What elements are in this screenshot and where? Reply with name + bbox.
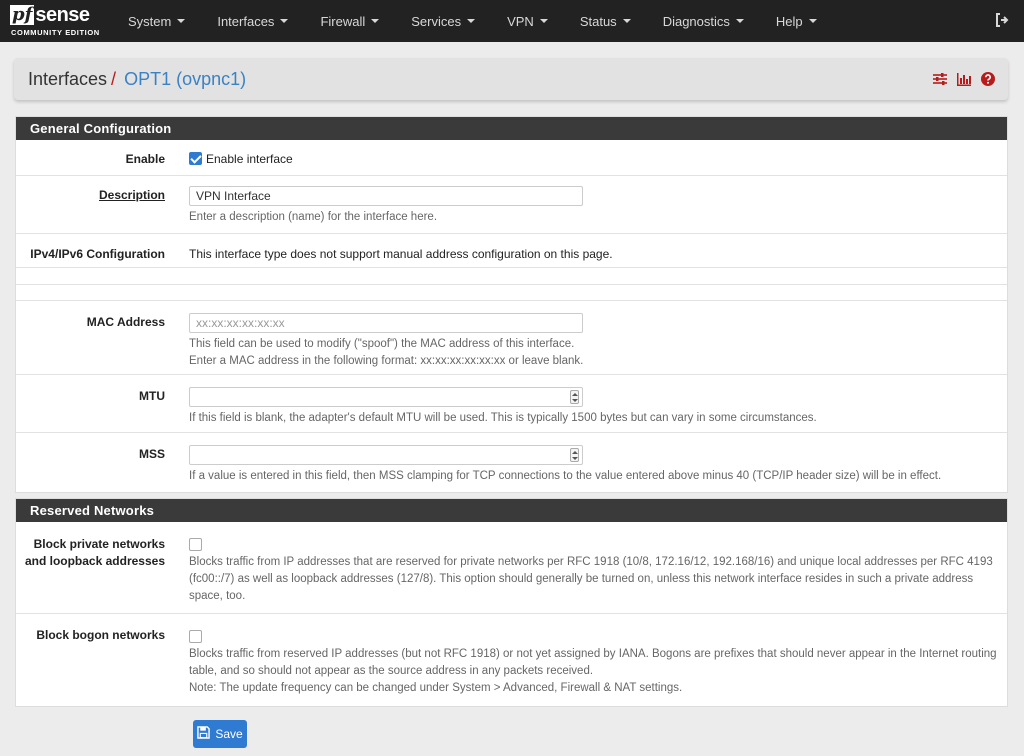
ipv4-ipv6-row: IPv4/IPv6 Configuration This interface t… bbox=[16, 234, 1007, 268]
description-label-text: Description bbox=[98, 188, 165, 202]
mac-address-input[interactable] bbox=[189, 313, 583, 333]
save-button-label: Save bbox=[215, 727, 243, 741]
nav-services-label: Services bbox=[411, 13, 462, 29]
caret-down-icon bbox=[177, 19, 186, 23]
mss-input[interactable] bbox=[189, 445, 583, 465]
general-configuration-panel: General Configuration Enable Enable inte… bbox=[15, 116, 1008, 493]
block-private-checkbox[interactable] bbox=[189, 538, 202, 552]
enable-label: Enable bbox=[125, 152, 165, 166]
caret-down-icon bbox=[371, 19, 380, 23]
enable-interface-checkbox-label[interactable]: Enable interface bbox=[206, 152, 293, 166]
nav-status-label: Status bbox=[579, 13, 617, 29]
nav-interfaces[interactable]: Interfaces bbox=[201, 0, 304, 42]
breadcrumb-current[interactable]: OPT1 (ovpnc1) bbox=[124, 69, 246, 90]
logo-pf-mark: pf bbox=[10, 4, 35, 25]
caret-down-icon bbox=[539, 19, 548, 23]
enable-interface-checkbox[interactable] bbox=[189, 152, 202, 166]
block-bogon-row: Block bogon networks Blocks traffic from… bbox=[16, 614, 1007, 706]
sliders-icon[interactable] bbox=[932, 71, 948, 87]
panel-title-reserved: Reserved Networks bbox=[16, 499, 1007, 522]
mss-stepper[interactable] bbox=[570, 448, 579, 462]
nav-vpn-label: VPN bbox=[507, 13, 534, 29]
mtu-stepper[interactable] bbox=[570, 390, 579, 404]
save-button[interactable]: Save bbox=[193, 720, 247, 748]
mac-address-help-2: Enter a MAC address in the following for… bbox=[189, 355, 584, 367]
enable-row: Enable Enable interface bbox=[16, 140, 1007, 176]
description-label: Description bbox=[16, 176, 179, 233]
bar-chart-icon[interactable] bbox=[956, 71, 972, 87]
breadcrumb-separator: / bbox=[111, 68, 117, 89]
logo-wordmark: sense bbox=[35, 4, 90, 26]
mtu-help: If this field is blank, the adapter's de… bbox=[189, 412, 817, 424]
nav-firewall[interactable]: Firewall bbox=[304, 0, 395, 42]
ipv4-ipv6-text: This interface type does not support man… bbox=[189, 247, 613, 261]
nav-diagnostics[interactable]: Diagnostics bbox=[647, 0, 760, 42]
nav-help[interactable]: Help bbox=[760, 0, 833, 42]
main-menu: System Interfaces Firewall Services VPN … bbox=[112, 0, 833, 42]
nav-status[interactable]: Status bbox=[564, 0, 647, 42]
reserved-networks-panel: Reserved Networks Block private networks… bbox=[15, 498, 1008, 707]
mtu-row: MTU If this field is blank, the adapter'… bbox=[16, 375, 1007, 433]
block-bogon-help-2: Note: The update frequency can be change… bbox=[189, 682, 683, 695]
nav-help-label: Help bbox=[775, 13, 803, 29]
caret-down-icon bbox=[735, 19, 744, 23]
help-circle-icon[interactable] bbox=[980, 71, 996, 87]
mss-row: MSS If a value is entered in this field,… bbox=[16, 433, 1007, 492]
breadcrumb: Interfaces / OPT1 (ovpnc1) bbox=[14, 58, 1008, 100]
nav-firewall-label: Firewall bbox=[320, 13, 366, 29]
description-input[interactable] bbox=[189, 186, 583, 206]
nav-interfaces-label: Interfaces bbox=[217, 13, 275, 29]
mac-address-help-1: This field can be used to modify ("spoof… bbox=[189, 338, 575, 350]
ipv4-ipv6-label: IPv4/IPv6 Configuration bbox=[30, 247, 165, 261]
spacer-row-2 bbox=[16, 285, 1007, 301]
top-navbar: pf sense COMMUNITY EDITION System Interf… bbox=[0, 0, 1024, 42]
logo-subtitle: COMMUNITY EDITION bbox=[11, 28, 100, 37]
caret-down-icon bbox=[467, 19, 476, 23]
description-help: Enter a description (name) for the inter… bbox=[189, 211, 438, 223]
spacer-row-1 bbox=[16, 268, 1007, 285]
block-private-label: Block private networks and loopback addr… bbox=[24, 537, 165, 568]
breadcrumb-parent[interactable]: Interfaces bbox=[28, 69, 107, 90]
nav-system[interactable]: System bbox=[112, 0, 201, 42]
caret-down-icon bbox=[622, 19, 631, 23]
nav-services[interactable]: Services bbox=[395, 0, 491, 42]
mac-address-label: MAC Address bbox=[86, 315, 165, 329]
block-bogon-checkbox[interactable] bbox=[189, 630, 202, 644]
save-icon bbox=[197, 726, 211, 742]
block-private-help: Blocks traffic from IP addresses that ar… bbox=[189, 556, 993, 603]
nav-diagnostics-label: Diagnostics bbox=[662, 13, 730, 29]
mac-address-row: MAC Address This field can be used to mo… bbox=[16, 301, 1007, 375]
block-bogon-label: Block bogon networks bbox=[36, 628, 165, 642]
panel-title-general: General Configuration bbox=[16, 117, 1007, 140]
logout-icon[interactable] bbox=[994, 12, 1010, 28]
block-private-row: Block private networks and loopback addr… bbox=[16, 522, 1007, 614]
caret-down-icon bbox=[808, 19, 817, 23]
pfsense-logo[interactable]: pf sense COMMUNITY EDITION bbox=[0, 0, 112, 42]
caret-down-icon bbox=[280, 19, 289, 23]
mtu-label: MTU bbox=[139, 389, 165, 403]
mtu-input[interactable] bbox=[189, 387, 583, 407]
block-bogon-help-1: Blocks traffic from reserved IP addresse… bbox=[189, 648, 997, 678]
nav-vpn[interactable]: VPN bbox=[491, 0, 564, 42]
mss-label: MSS bbox=[138, 447, 165, 461]
nav-system-label: System bbox=[128, 13, 172, 29]
description-row: Description Enter a description (name) f… bbox=[16, 176, 1007, 234]
mss-help: If a value is entered in this field, the… bbox=[189, 470, 942, 482]
